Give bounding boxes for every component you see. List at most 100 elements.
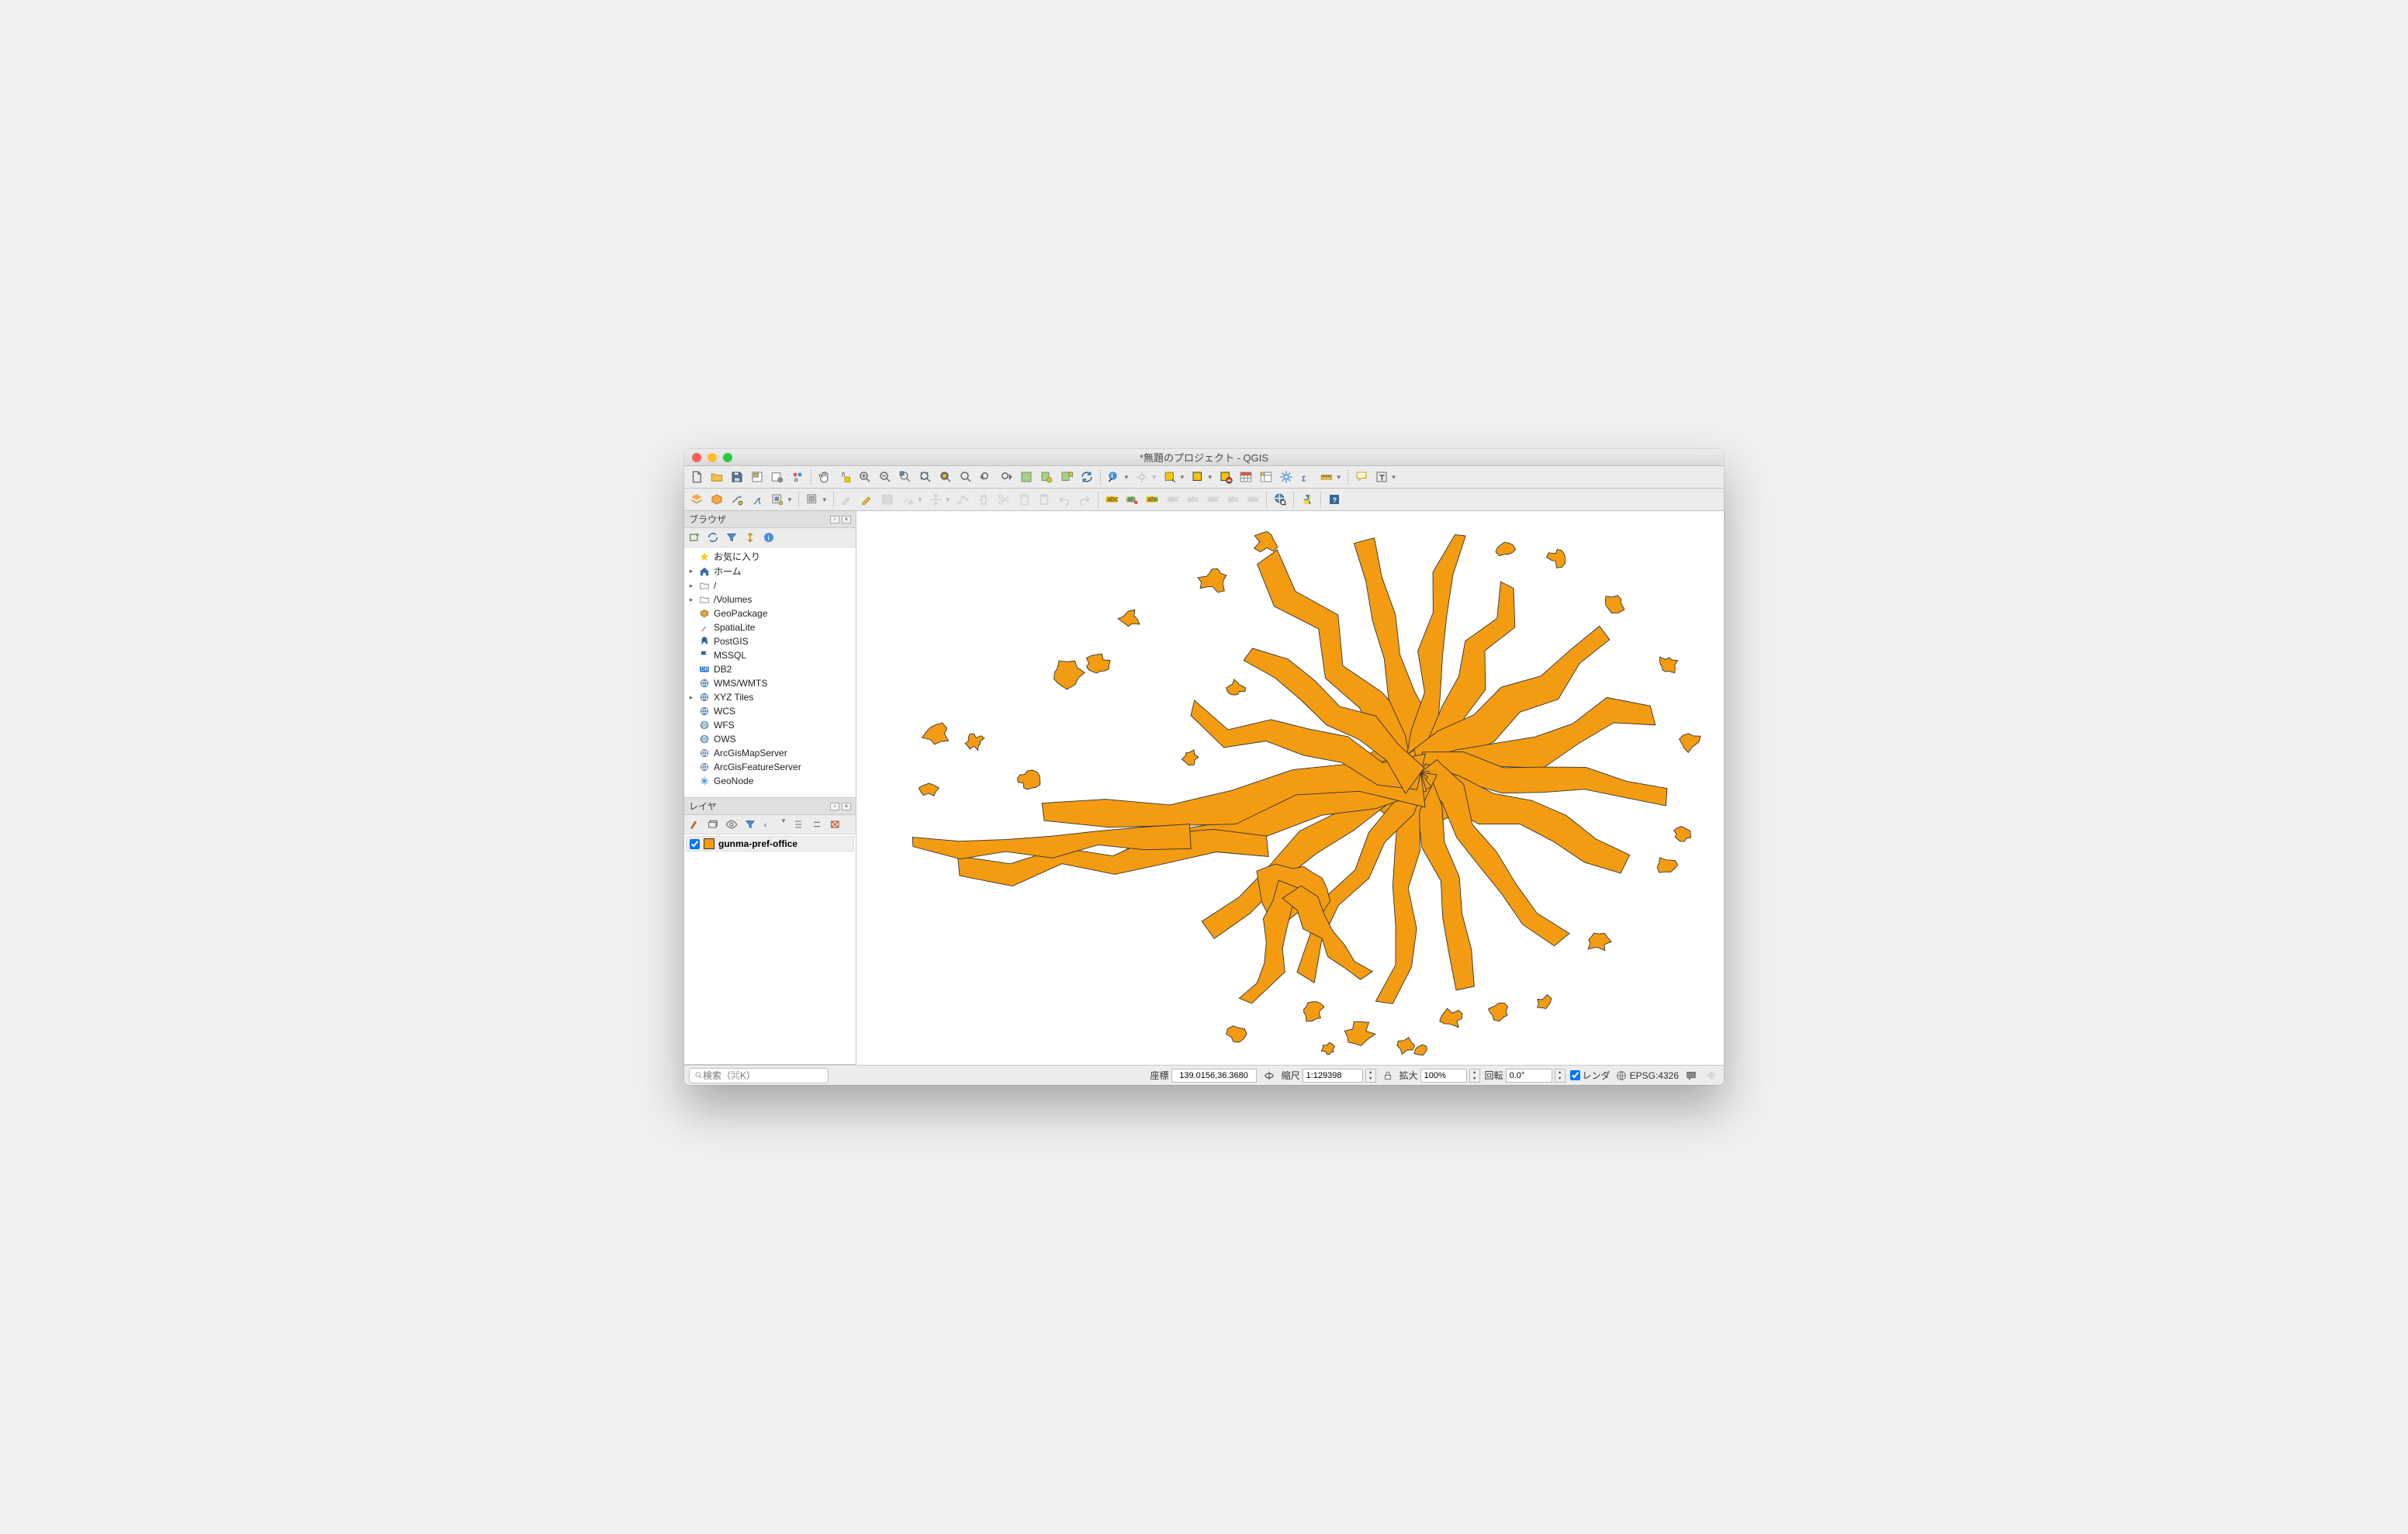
layer-visibility-checkbox[interactable] [690, 839, 700, 849]
save-edits-button[interactable] [878, 490, 897, 509]
show-bookmarks-button[interactable] [1057, 468, 1076, 486]
tree-item[interactable]: WCS [684, 704, 856, 718]
panel-close-button[interactable]: × [842, 803, 851, 810]
toggle-editing-button[interactable] [858, 490, 877, 509]
style-manager-button[interactable]: a [788, 468, 807, 486]
plugin-button[interactable] [1704, 1068, 1719, 1083]
browser-collapse-button[interactable] [743, 530, 757, 544]
new-map-view-button[interactable] [1017, 468, 1036, 486]
tree-item[interactable]: MSSQL [684, 648, 856, 662]
dropdown-arrow-icon[interactable]: ▼ [1207, 474, 1213, 481]
zoom-selection-button[interactable] [936, 468, 955, 486]
minimize-button[interactable] [708, 453, 717, 462]
dropdown-arrow-icon[interactable]: ▼ [1123, 474, 1130, 481]
rotation-spinner[interactable]: ▴▾ [1555, 1069, 1566, 1083]
metasearch-button[interactable] [1271, 490, 1289, 509]
zoom-last-button[interactable] [977, 468, 995, 486]
node-tool-button[interactable] [954, 490, 973, 509]
pan-to-selection-button[interactable] [836, 468, 854, 486]
tree-item[interactable]: GeoNode [684, 774, 856, 788]
tree-item[interactable]: ▸ホーム [684, 564, 856, 579]
panel-undock-button[interactable]: ▫ [830, 803, 839, 810]
panel-undock-button[interactable]: ▫ [830, 516, 839, 523]
zoom-in-button[interactable] [856, 468, 874, 486]
panel-close-button[interactable]: × [842, 516, 851, 523]
open-project-button[interactable] [708, 468, 726, 486]
python-console-button[interactable] [1298, 490, 1316, 509]
select-all-button[interactable] [1188, 468, 1207, 486]
tree-item[interactable]: WFS [684, 718, 856, 732]
toggle-extents-button[interactable] [1261, 1068, 1277, 1083]
dropdown-arrow-icon[interactable]: ▼ [945, 496, 951, 503]
deselect-button[interactable] [1216, 468, 1235, 486]
refresh-button[interactable] [1078, 468, 1096, 486]
dropdown-arrow-icon[interactable]: ▼ [1391, 474, 1397, 481]
tree-expand-icon[interactable]: ▸ [687, 567, 695, 575]
dropdown-arrow-icon[interactable]: ▼ [917, 496, 923, 503]
save-project-button[interactable] [728, 468, 746, 486]
field-calculator-button[interactable] [1257, 468, 1275, 486]
browser-refresh-button[interactable] [706, 530, 720, 544]
tree-item[interactable]: SpatiaLite [684, 620, 856, 634]
tree-item[interactable]: ArcGisFeatureServer [684, 760, 856, 774]
label-highlight-button[interactable]: ab [1123, 490, 1141, 509]
new-layout-button[interactable] [748, 468, 766, 486]
label-tool3-button[interactable]: abc [1203, 490, 1222, 509]
tree-item[interactable]: ▸/Volumes [684, 593, 856, 606]
move-feature-button[interactable] [926, 490, 945, 509]
layout-manager-button[interactable] [768, 468, 787, 486]
zoom-native-button[interactable] [896, 468, 915, 486]
layer-filter-button[interactable] [743, 817, 757, 831]
text-annotation-button[interactable]: T [1372, 468, 1391, 486]
new-geopackage-button[interactable] [708, 490, 726, 509]
dropdown-arrow-icon[interactable]: ▼ [1179, 474, 1185, 481]
pan-button[interactable] [815, 468, 834, 486]
tree-item[interactable]: WMS/WMTS [684, 676, 856, 690]
add-feature-button[interactable] [898, 490, 917, 509]
crs-field[interactable]: EPSG:4326 [1615, 1069, 1679, 1082]
scale-input[interactable] [1303, 1069, 1363, 1083]
tree-expand-icon[interactable]: ▸ [687, 582, 695, 590]
add-layer-button[interactable] [687, 530, 701, 544]
browser-filter-button[interactable] [725, 530, 739, 544]
label-tool5-button[interactable]: abc [1244, 490, 1262, 509]
identify-button[interactable]: i [1105, 468, 1123, 486]
label-button[interactable]: abc [1102, 490, 1121, 509]
new-virtual-layer-button[interactable] [768, 490, 787, 509]
copy-button[interactable] [1015, 490, 1033, 509]
new-bookmark-button[interactable] [1037, 468, 1056, 486]
tree-item[interactable]: OWS [684, 732, 856, 746]
statistics-button[interactable]: Σ [1297, 468, 1316, 486]
help-button[interactable]: ? [1325, 490, 1344, 509]
dropdown-arrow-icon[interactable]: ▼ [1336, 474, 1342, 481]
layer-remove-button[interactable] [829, 817, 842, 831]
tree-item[interactable]: ▸/ [684, 579, 856, 593]
tree-expand-icon[interactable]: ▸ [687, 693, 695, 702]
dropdown-arrow-icon[interactable]: ▼ [1151, 474, 1157, 481]
label-tool4-button[interactable]: abc [1223, 490, 1242, 509]
zoom-out-button[interactable] [876, 468, 894, 486]
data-source-manager-button[interactable] [687, 490, 706, 509]
attribute-table-button[interactable] [1237, 468, 1255, 486]
scale-spinner[interactable]: ▴▾ [1365, 1069, 1376, 1083]
browser-properties-button[interactable]: i [762, 530, 776, 544]
redo-button[interactable] [1075, 490, 1094, 509]
tree-item[interactable]: DB2DB2 [684, 662, 856, 676]
maximize-button[interactable] [723, 453, 732, 462]
select-features-button[interactable] [1161, 468, 1179, 486]
action-button[interactable] [1133, 468, 1151, 486]
tree-item[interactable]: GeoPackage [684, 606, 856, 620]
label-rotate-button[interactable]: abc [1183, 490, 1202, 509]
layer-expand-button[interactable] [791, 817, 805, 831]
render-checkbox[interactable] [1570, 1070, 1580, 1080]
layer-visibility-button[interactable] [725, 817, 739, 831]
browser-tree[interactable]: お気に入り▸ホーム▸/▸/VolumesGeoPackageSpatiaLite… [684, 548, 856, 797]
tree-expand-icon[interactable]: ▸ [687, 596, 695, 604]
label-show-button[interactable]: ab [1143, 490, 1161, 509]
dropdown-arrow-icon[interactable]: ▼ [787, 496, 793, 503]
paste-button[interactable] [1035, 490, 1054, 509]
label-move-button[interactable]: abc [1163, 490, 1182, 509]
new-memory-layer-button[interactable] [803, 490, 822, 509]
dropdown-arrow-icon[interactable]: ▼ [780, 817, 787, 831]
layer-add-group-button[interactable] [706, 817, 720, 831]
